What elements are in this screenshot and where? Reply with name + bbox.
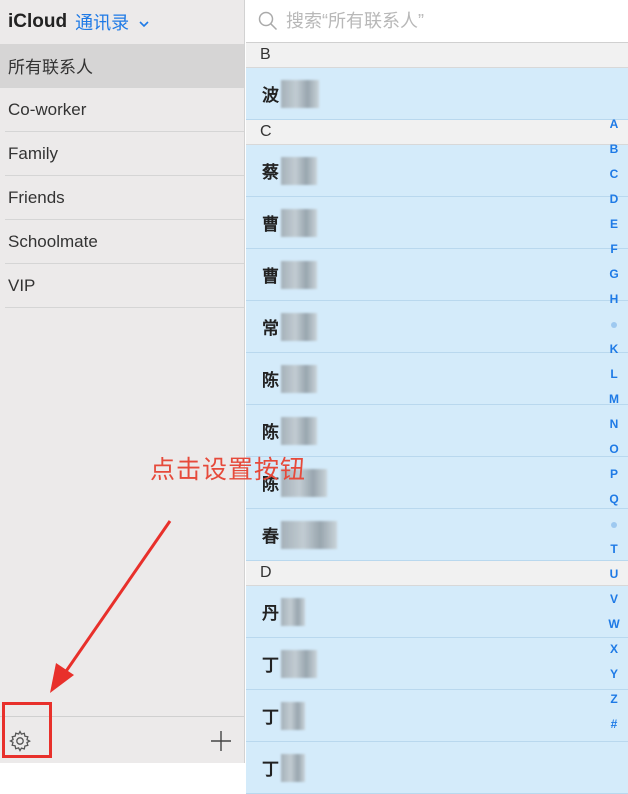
- index-letter[interactable]: H: [604, 287, 624, 312]
- contact-name: 陈: [262, 423, 279, 442]
- contact-row[interactable]: 波: [246, 68, 628, 120]
- section-header-d: D: [246, 561, 628, 586]
- contact-name: 丹: [262, 604, 279, 623]
- index-letter[interactable]: E: [604, 212, 624, 237]
- section-header-c: C: [246, 120, 628, 145]
- search-input[interactable]: [284, 9, 588, 33]
- contact-name: 丁: [262, 708, 279, 727]
- contact-row[interactable]: 蔡: [246, 145, 628, 197]
- contact-row[interactable]: 丹: [246, 586, 628, 638]
- contact-name: 波: [262, 86, 279, 105]
- contact-row[interactable]: 丁: [246, 638, 628, 690]
- contact-row[interactable]: 陈: [246, 353, 628, 405]
- sidebar-header: iCloud 通讯录: [0, 0, 244, 43]
- index-separator-dot[interactable]: [604, 312, 624, 337]
- group-item-vip[interactable]: VIP: [5, 264, 244, 308]
- index-letter[interactable]: C: [604, 162, 624, 187]
- contact-name: 丁: [262, 656, 279, 675]
- group-label: Friends: [8, 187, 65, 207]
- contact-name: 陈: [262, 371, 279, 390]
- contact-row[interactable]: 常: [246, 301, 628, 353]
- index-letter[interactable]: W: [604, 612, 624, 637]
- group-list: 所有联系人 Co-worker Family Friends Schoolmat…: [0, 44, 244, 308]
- index-letter[interactable]: G: [604, 262, 624, 287]
- group-label: Co-worker: [8, 99, 87, 119]
- contact-name: 曹: [262, 215, 279, 234]
- group-label: Family: [8, 143, 59, 163]
- group-label: 所有联系人: [8, 58, 93, 77]
- redacted-name: [281, 312, 317, 341]
- redacted-name: [281, 753, 305, 782]
- redacted-name: [281, 701, 305, 730]
- index-letter[interactable]: U: [604, 562, 624, 587]
- contact-row[interactable]: 丁: [246, 690, 628, 742]
- contacts-menu-label: 通讯录: [75, 12, 130, 33]
- index-letter[interactable]: L: [604, 362, 624, 387]
- index-letter[interactable]: N: [604, 412, 624, 437]
- index-letter[interactable]: X: [604, 637, 624, 662]
- index-letter[interactable]: B: [604, 137, 624, 162]
- search-bar: [246, 0, 628, 43]
- contact-row[interactable]: 曹: [246, 197, 628, 249]
- redacted-name: [281, 597, 305, 626]
- group-item-co-worker[interactable]: Co-worker: [5, 88, 244, 132]
- index-letter[interactable]: F: [604, 237, 624, 262]
- index-letter[interactable]: D: [604, 187, 624, 212]
- contact-name: 春: [262, 527, 279, 546]
- index-letter[interactable]: Y: [604, 662, 624, 687]
- search-icon: [258, 11, 278, 31]
- annotation-label: 点击设置按钮: [150, 455, 307, 484]
- index-letter[interactable]: P: [604, 462, 624, 487]
- app-brand: iCloud: [8, 10, 68, 32]
- contact-list-pane: B 波 C 蔡 曹 曹 常 陈 陈 陈 春 D 丹 丁 丁 丁 ABCDEFGH…: [246, 0, 628, 794]
- contact-name: 蔡: [262, 163, 279, 182]
- index-letter[interactable]: K: [604, 337, 624, 362]
- group-item-friends[interactable]: Friends: [5, 176, 244, 220]
- redacted-name: [281, 156, 317, 185]
- contacts-menu[interactable]: 通讯录: [75, 9, 150, 35]
- group-item-all-contacts[interactable]: 所有联系人: [0, 44, 244, 88]
- index-letter[interactable]: Q: [604, 487, 624, 512]
- chevron-down-icon: [139, 21, 149, 27]
- index-letter[interactable]: #: [604, 712, 624, 737]
- redacted-name: [281, 364, 317, 393]
- group-label: Schoolmate: [8, 231, 98, 251]
- contact-name: 常: [262, 319, 279, 338]
- index-separator-dot[interactable]: [604, 512, 624, 537]
- index-letter[interactable]: A: [604, 112, 624, 137]
- group-item-family[interactable]: Family: [5, 132, 244, 176]
- contact-row[interactable]: 丁: [246, 742, 628, 794]
- section-header-b: B: [246, 43, 628, 68]
- redacted-name: [281, 208, 317, 237]
- contact-name: 丁: [262, 760, 279, 779]
- contact-row[interactable]: 曹: [246, 249, 628, 301]
- contact-row[interactable]: 春: [246, 509, 628, 561]
- alphabet-index: A B C D E F G H K L M N O P Q T U V W X Y Z #: [604, 112, 624, 737]
- index-letter[interactable]: V: [604, 587, 624, 612]
- redacted-name: [281, 520, 337, 549]
- group-label: VIP: [8, 275, 36, 295]
- index-letter[interactable]: Z: [604, 687, 624, 712]
- redacted-name: [281, 260, 317, 289]
- redacted-name: [281, 79, 319, 108]
- index-letter[interactable]: M: [604, 387, 624, 412]
- redacted-name: [281, 649, 317, 678]
- group-item-schoolmate[interactable]: Schoolmate: [5, 220, 244, 264]
- annotation-highlight-box: [2, 702, 52, 758]
- annotation-arrow-icon: [50, 520, 172, 693]
- contact-name: 曹: [262, 267, 279, 286]
- index-letter[interactable]: O: [604, 437, 624, 462]
- index-letter[interactable]: T: [604, 537, 624, 562]
- add-contact-icon[interactable]: [210, 730, 232, 752]
- redacted-name: [281, 416, 317, 445]
